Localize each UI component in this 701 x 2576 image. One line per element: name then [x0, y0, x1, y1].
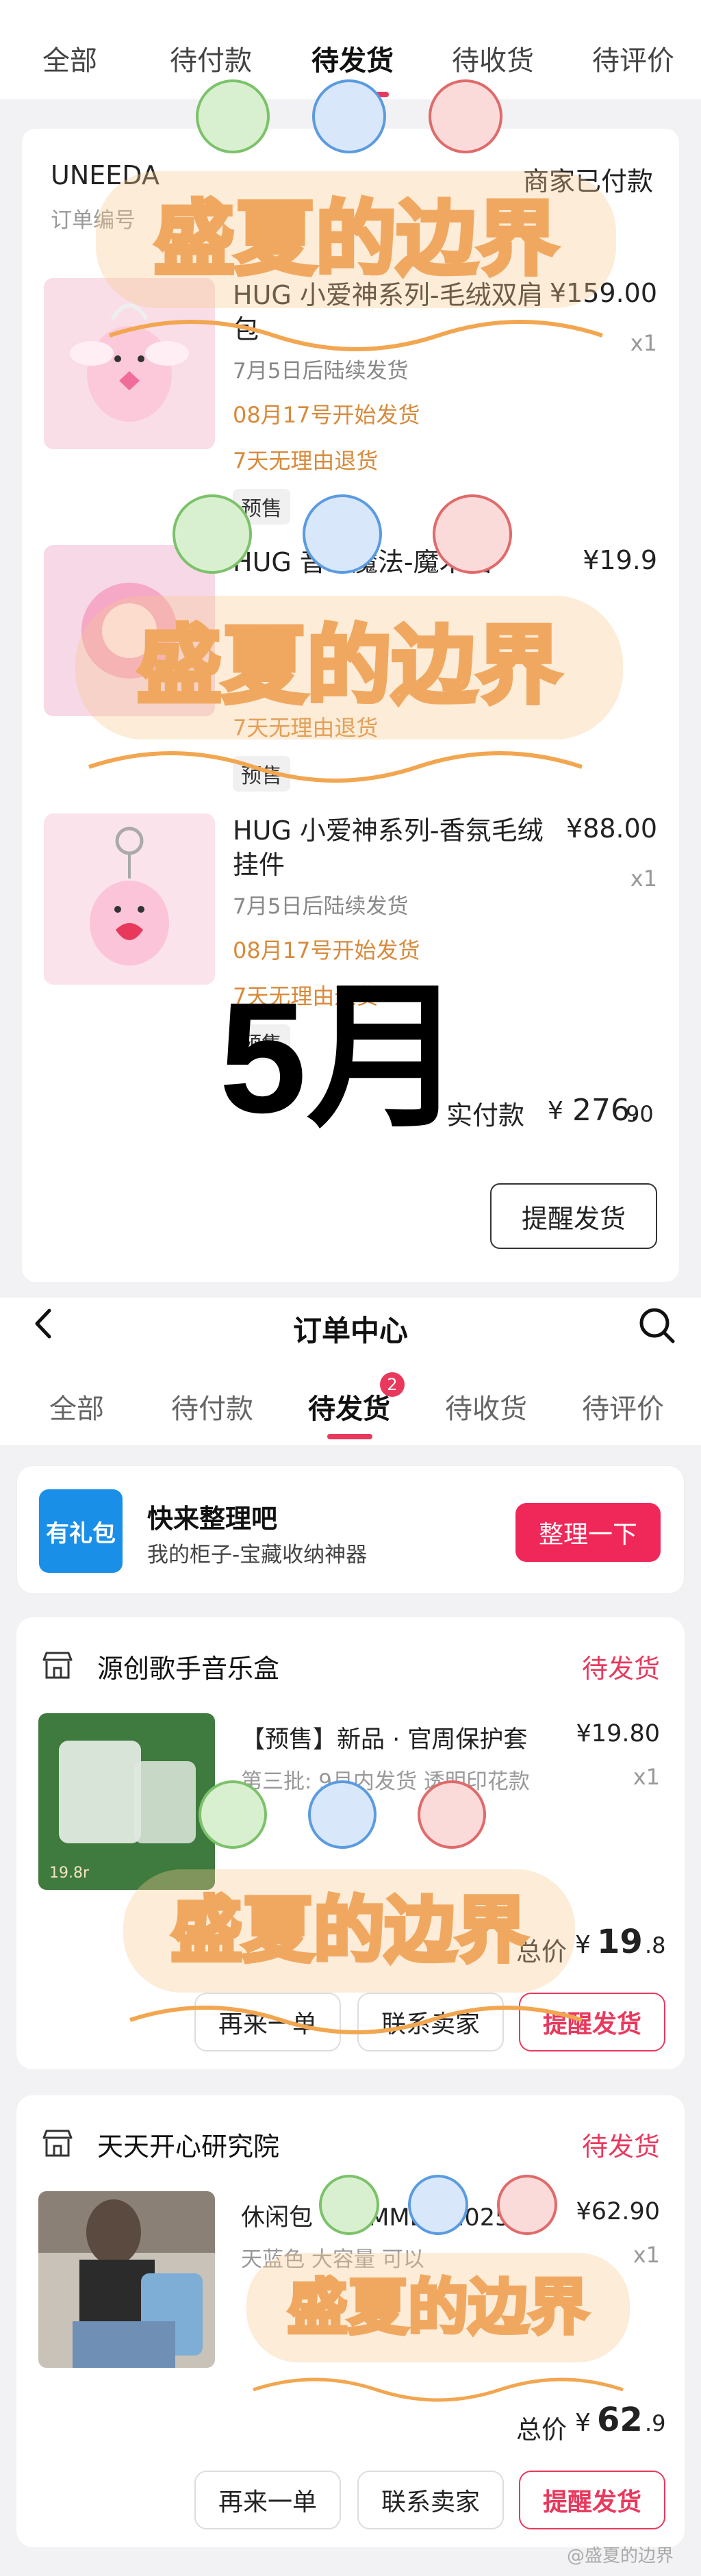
- product-spec: 天蓝色 大容量 可以: [241, 2247, 424, 2272]
- order-card: 天天开心研究院 待发货 休闲包 · SUMMER 2025 ¥62.90 天蓝色…: [16, 2095, 685, 2547]
- order-status: 待发货: [581, 2132, 660, 2162]
- remind-ship-button[interactable]: 提醒发货: [490, 1183, 657, 1249]
- image-credit: @盛夏的边界: [566, 2546, 674, 2566]
- product-image[interactable]: [38, 2191, 215, 2368]
- shop-icon: [42, 1652, 73, 1679]
- gift-pack-icon: 有礼包: [39, 1489, 123, 1573]
- search-icon[interactable]: [637, 1305, 676, 1345]
- total-currency: ¥: [575, 1931, 591, 1959]
- product-image: [44, 278, 215, 449]
- tab-pending-review[interactable]: 待评价: [592, 38, 674, 78]
- total-amount-decimal: .8: [645, 1932, 666, 1958]
- total-currency: ¥: [575, 2409, 591, 2437]
- ship-note: 7月5日后陆续发货: [233, 359, 409, 383]
- total-label: 总价: [516, 2415, 567, 2445]
- tab-pending-review[interactable]: 待评价: [582, 1387, 664, 1426]
- presale-tag: 预售: [233, 489, 290, 525]
- store-name[interactable]: UNEEDA: [51, 160, 160, 190]
- return-policy: 7天无理由退货: [233, 715, 379, 741]
- product-title: 【预售】新品 · 官周保护套: [241, 1726, 528, 1754]
- count-badge: 2: [380, 1372, 405, 1397]
- product-title: 休闲包 · SUMMER 2025: [241, 2204, 511, 2232]
- product-title: HUG 小爱神系列-毛绒双肩包: [233, 280, 544, 344]
- order-card: 源创歌手音乐盒 待发货 19.8r 【预售】新品 · 官周保护套 ¥19.80 …: [16, 1617, 685, 2069]
- page-title: 订单中心: [292, 1314, 408, 1348]
- remind-ship-button[interactable]: 提醒发货: [519, 2471, 665, 2529]
- promo-subtitle: 我的柜子-宝藏收纳神器: [147, 1543, 368, 1567]
- product-quantity: x1: [630, 330, 657, 356]
- product-quantity: x1: [630, 866, 657, 892]
- contact-seller-button[interactable]: 联系卖家: [357, 2471, 504, 2529]
- organize-button[interactable]: 整理一下: [515, 1503, 661, 1562]
- order-number: 订单编号: [51, 208, 136, 233]
- month-overlay-text: 5月: [219, 970, 464, 1146]
- svg-text:19.8r: 19.8r: [49, 1865, 90, 1882]
- ship-date: 08月17号开始发货: [233, 402, 420, 428]
- tab-pending-payment[interactable]: 待付款: [171, 1387, 253, 1426]
- tab-pending-shipment[interactable]: 待发货: [311, 38, 394, 78]
- promo-title: 快来整理吧: [147, 1504, 278, 1534]
- product-price: ¥88.00: [566, 813, 657, 844]
- paid-amount-decimal: 90: [626, 1101, 654, 1127]
- product-title: HUG 小爱神系列-香氛毛绒挂件: [233, 816, 544, 880]
- tab-pending-shipment[interactable]: 待发货: [308, 1387, 390, 1426]
- total-label: 总价: [516, 1937, 567, 1967]
- shop-name[interactable]: 天天开心研究院: [97, 2125, 279, 2163]
- reorder-button[interactable]: 再来一单: [194, 1993, 341, 2051]
- reorder-button[interactable]: 再来一单: [194, 2471, 341, 2529]
- order-status: 商家已付款: [522, 166, 653, 197]
- product-price: ¥159.00: [549, 278, 657, 308]
- shop-name[interactable]: 源创歌手音乐盒: [97, 1647, 279, 1685]
- product-image: [44, 813, 215, 985]
- tab-pending-payment[interactable]: 待付款: [170, 38, 252, 78]
- order-item[interactable]: HUG 小爱神系列-毛绒双肩包 ¥159.00 x1 7月5日后陆续发货 08月…: [44, 278, 657, 531]
- product-image[interactable]: 19.8r: [38, 1713, 215, 1890]
- remind-ship-button[interactable]: 提醒发货: [519, 1993, 665, 2051]
- ship-date: 08月17号开始发货: [233, 937, 420, 963]
- order-item[interactable]: HUG 音乐魔法-魔术贴 ¥19.9 7天无理由退货 预售: [44, 545, 657, 798]
- promo-banner[interactable]: 有礼包 快来整理吧 我的柜子-宝藏收纳神器 整理一下: [16, 1465, 685, 1594]
- product-title: HUG 音乐魔法-魔术贴: [233, 547, 492, 577]
- order-status: 待发货: [581, 1654, 660, 1684]
- total-amount: 62: [597, 2401, 643, 2439]
- return-policy: 7天无理由退货: [233, 448, 379, 474]
- top-tab-bar: 全部 待付款 待发货 待收货 待评价: [0, 0, 701, 99]
- active-tab-indicator: [342, 92, 389, 97]
- product-price: ¥19.9: [583, 545, 657, 575]
- total-amount: 19: [597, 1923, 643, 1961]
- paid-currency: ¥: [548, 1097, 563, 1125]
- active-tab-indicator: [327, 1434, 372, 1439]
- contact-seller-button[interactable]: 联系卖家: [357, 1993, 504, 2051]
- product-image: [44, 545, 215, 716]
- ship-note: 7月5日后陆续发货: [233, 894, 409, 919]
- product-price: ¥19.80: [576, 1720, 660, 1747]
- product-quantity: x1: [633, 1764, 660, 1790]
- product-price: ¥62.90: [576, 2198, 660, 2225]
- presale-tag: 预售: [233, 756, 290, 792]
- tab-pending-receipt[interactable]: 待收货: [445, 1387, 527, 1426]
- tab-pending-receipt[interactable]: 待收货: [452, 38, 534, 78]
- total-amount-decimal: .9: [645, 2410, 666, 2436]
- product-spec: 第三批: 9月内发货 透明印花款: [241, 1769, 530, 1794]
- shop-icon: [42, 2130, 73, 2157]
- tab-all[interactable]: 全部: [49, 1387, 104, 1426]
- product-quantity: x1: [633, 2242, 660, 2268]
- tab-all[interactable]: 全部: [42, 38, 97, 78]
